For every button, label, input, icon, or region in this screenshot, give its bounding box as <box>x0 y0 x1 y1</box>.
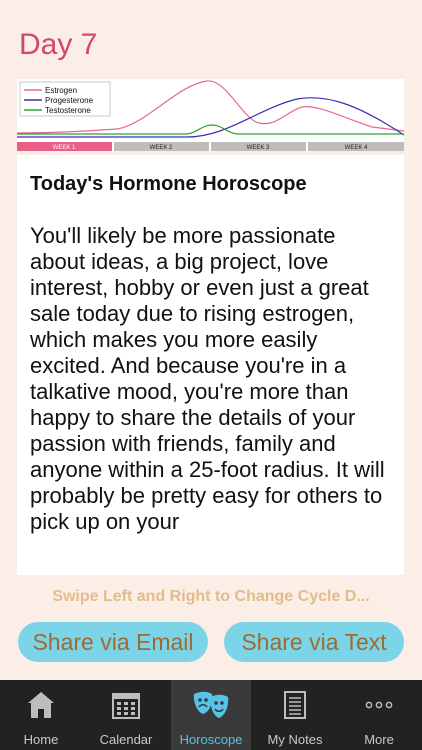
share-text-button[interactable]: Share via Text <box>224 622 404 662</box>
legend-testosterone: Testosterone <box>45 106 91 115</box>
calendar-icon <box>112 693 140 719</box>
home-icon <box>28 692 54 718</box>
horoscope-title: Today's Hormone Horoscope <box>30 173 307 195</box>
legend-progesterone: Progesterone <box>45 96 94 105</box>
tab-more-label: More <box>364 732 394 747</box>
tab-horoscope-label: Horoscope <box>179 732 243 747</box>
week-label-1: WEEK 1 <box>53 145 76 151</box>
tab-horoscope[interactable]: Horoscope <box>171 680 251 750</box>
share-email-button[interactable]: Share via Email <box>18 622 208 662</box>
tab-my-notes-label: My Notes <box>267 732 323 747</box>
testosterone-line <box>17 124 404 135</box>
masks-icon <box>193 691 229 718</box>
week-label-2: WEEK 2 <box>150 145 173 151</box>
week-label-4: WEEK 4 <box>345 145 368 151</box>
legend-estrogen: Estrogen <box>45 86 77 95</box>
notes-icon <box>284 691 306 719</box>
tab-more[interactable]: More <box>344 680 414 750</box>
tab-bar: Home Calendar Horoscope My Notes More <box>0 680 422 750</box>
swipe-hint: Swipe Left and Right to Change Cycle D..… <box>52 588 370 605</box>
hormone-chart: Estrogen Progesterone Testosterone WEEK … <box>17 79 404 151</box>
horoscope-body: You'll likely be more passionate about i… <box>30 223 385 534</box>
tab-home[interactable]: Home <box>6 680 76 750</box>
horoscope-card[interactable]: Today's Hormone Horoscope You'll likely … <box>17 155 404 575</box>
tab-calendar[interactable]: Calendar <box>91 680 161 750</box>
tab-my-notes[interactable]: My Notes <box>260 680 330 750</box>
more-icon <box>365 701 393 709</box>
week-label-3: WEEK 3 <box>247 145 270 151</box>
tab-home-label: Home <box>23 732 59 747</box>
day-title: Day 7 <box>19 28 98 61</box>
tab-calendar-label: Calendar <box>99 732 153 747</box>
